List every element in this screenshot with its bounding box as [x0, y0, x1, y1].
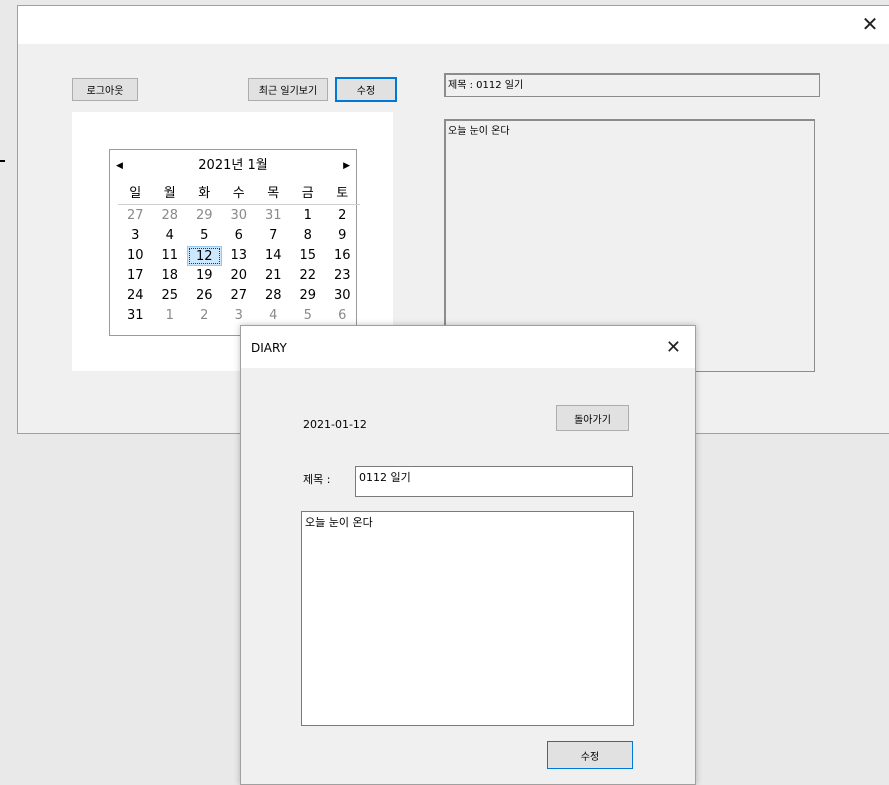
calendar-day[interactable]: 25	[153, 286, 188, 306]
recent-diary-button[interactable]: 최근 일기보기	[248, 78, 328, 101]
diary-date: 2021-01-12	[303, 418, 367, 431]
calendar-day[interactable]: 11	[153, 246, 188, 266]
main-titlebar: ✕	[18, 6, 889, 44]
calendar-day[interactable]: 22	[291, 266, 326, 286]
content-textarea[interactable]: 오늘 눈이 온다	[301, 511, 634, 726]
calendar-header: ◀ 2021년 1월 ▶	[110, 156, 356, 176]
calendar-day[interactable]: 6	[325, 306, 360, 326]
calendar-day[interactable]: 4	[256, 306, 291, 326]
calendar-day[interactable]: 13	[222, 246, 257, 266]
calendar-weekday: 월	[163, 186, 176, 201]
calendar-day[interactable]: 18	[153, 266, 188, 286]
dialog-titlebar: DIARY ✕	[241, 326, 695, 368]
calendar-day[interactable]: 24	[118, 286, 153, 306]
next-month-icon[interactable]: ▶	[343, 156, 350, 176]
title-display-field[interactable]: 제목 : 0112 일기	[444, 73, 820, 97]
title-input[interactable]: 0112 일기	[355, 466, 633, 497]
calendar-day[interactable]: 5	[291, 306, 326, 326]
calendar-day[interactable]: 1	[291, 206, 326, 226]
calendar-day[interactable]: 28	[153, 206, 188, 226]
edge-artifact	[0, 160, 5, 162]
calendar-day[interactable]: 29	[291, 286, 326, 306]
calendar-day[interactable]: 14	[256, 246, 291, 266]
back-button[interactable]: 돌아가기	[556, 405, 629, 431]
calendar-month-label[interactable]: 2021년 1월	[110, 156, 356, 176]
calendar-weekday: 목	[267, 186, 280, 201]
calendar-day[interactable]: 8	[291, 226, 326, 246]
title-label: 제목 :	[303, 473, 331, 486]
logout-button[interactable]: 로그아웃	[72, 78, 138, 101]
calendar-day[interactable]: 19	[187, 266, 222, 286]
calendar-day[interactable]: 2	[187, 306, 222, 326]
calendar-day[interactable]: 30	[325, 286, 360, 306]
save-edit-button[interactable]: 수정	[547, 741, 633, 769]
calendar-day[interactable]: 12	[187, 246, 222, 266]
calendar-weekday: 토	[336, 186, 349, 201]
calendar-day[interactable]: 27	[118, 206, 153, 226]
calendar-days: 27 28 29 30 31 1 2 3 4 5 6 7 8 9 10 11 12 13 14 15 16 17 18 19 2…	[118, 206, 360, 326]
calendar-day[interactable]: 10	[118, 246, 153, 266]
calendar-day[interactable]: 20	[222, 266, 257, 286]
calendar-day[interactable]: 5	[187, 226, 222, 246]
calendar-weekday: 금	[301, 186, 314, 201]
calendar-weekday: 화	[198, 186, 211, 201]
diary-dialog: DIARY ✕ 2021-01-12 돌아가기 제목 : 0112 일기 오늘 …	[240, 325, 696, 785]
month-calendar[interactable]: ◀ 2021년 1월 ▶ 일월화수목금토 27 28 29 30 31 1 2 3 4 5 6 7 8 9…	[109, 149, 360, 336]
calendar-day[interactable]: 21	[256, 266, 291, 286]
calendar-day[interactable]: 3	[222, 306, 257, 326]
calendar-day[interactable]: 9	[325, 226, 360, 246]
calendar-weekdays: 일월화수목금토	[118, 184, 360, 205]
calendar-day[interactable]: 6	[222, 226, 257, 246]
calendar-day[interactable]: 7	[256, 226, 291, 246]
calendar-day[interactable]: 28	[256, 286, 291, 306]
calendar-day[interactable]: 29	[187, 206, 222, 226]
calendar-day[interactable]: 31	[118, 306, 153, 326]
close-icon[interactable]: ✕	[666, 326, 681, 370]
calendar-weekday: 일	[129, 186, 142, 201]
calendar-day[interactable]: 1	[153, 306, 188, 326]
calendar-day[interactable]: 16	[325, 246, 360, 266]
dialog-title: DIARY	[251, 341, 287, 355]
calendar-day[interactable]: 17	[118, 266, 153, 286]
calendar-day[interactable]: 2	[325, 206, 360, 226]
calendar-day[interactable]: 4	[153, 226, 188, 246]
calendar-day[interactable]: 31	[256, 206, 291, 226]
edit-button[interactable]: 수정	[335, 77, 397, 102]
calendar-day[interactable]: 26	[187, 286, 222, 306]
calendar-day[interactable]: 27	[222, 286, 257, 306]
calendar-day[interactable]: 15	[291, 246, 326, 266]
calendar-day[interactable]: 3	[118, 226, 153, 246]
calendar-day[interactable]: 23	[325, 266, 360, 286]
calendar-day[interactable]: 30	[222, 206, 257, 226]
calendar-weekday: 수	[232, 186, 245, 201]
close-icon[interactable]: ✕	[860, 12, 880, 36]
